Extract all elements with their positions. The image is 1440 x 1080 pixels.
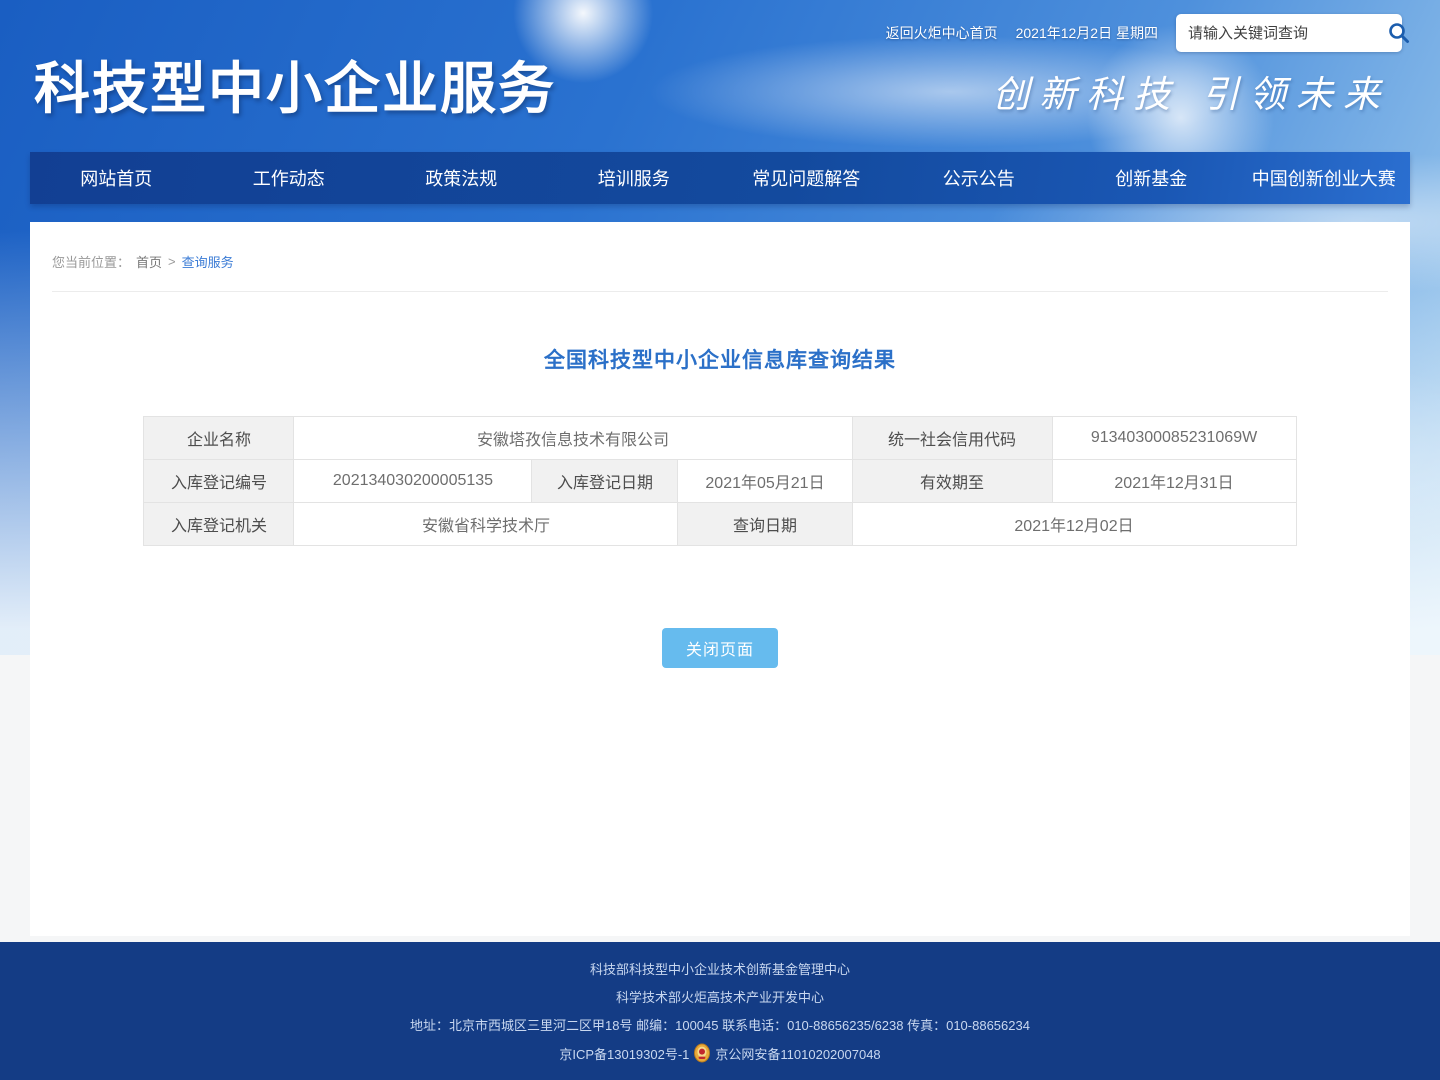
breadcrumb: 您当前位置： 首页 > 查询服务 [52,222,1388,292]
company-name-value: 安徽塔孜信息技术有限公司 [294,417,852,460]
company-name-label: 企业名称 [144,417,294,460]
query-date-label: 查询日期 [678,503,852,546]
table-row-registration: 入库登记编号 202134030200005135 入库登记日期 2021年05… [144,460,1296,503]
reg-number-label: 入库登记编号 [144,460,294,503]
header-toolbar: 返回火炬中心首页 2021年12月2日 星期四 [886,14,1402,52]
search-box [1176,14,1402,52]
nav-item-innovation-fund[interactable]: 创新基金 [1065,152,1238,204]
footer-org-line1: 科技部科技型中小企业技术创新基金管理中心 [590,959,850,978]
search-button[interactable] [1387,18,1411,48]
torch-center-home-link[interactable]: 返回火炬中心首页 [886,23,998,43]
query-result-table: 企业名称 安徽塔孜信息技术有限公司 统一社会信用代码 9134030008523… [143,416,1296,546]
police-badge-icon [693,1043,711,1063]
reg-date-label: 入库登记日期 [532,460,678,503]
breadcrumb-home-link[interactable]: 首页 [136,252,162,271]
nav-item-innovation-competition[interactable]: 中国创新创业大赛 [1238,152,1411,204]
page-title: 全国科技型中小企业信息库查询结果 [52,344,1388,374]
valid-until-value: 2021年12月31日 [1052,460,1296,503]
breadcrumb-separator: > [168,254,176,269]
breadcrumb-prefix: 您当前位置： [52,252,130,271]
breadcrumb-current-link[interactable]: 查询服务 [182,252,234,271]
footer-record-line: 京ICP备13019302号-1 京公网安备11010202007048 [559,1043,880,1063]
nav-item-work-news[interactable]: 工作动态 [203,152,376,204]
table-row-company: 企业名称 安徽塔孜信息技术有限公司 统一社会信用代码 9134030008523… [144,417,1296,460]
footer-address-line: 地址：北京市西城区三里河二区甲18号 邮编：100045 联系电话：010-88… [410,1015,1030,1034]
valid-until-label: 有效期至 [852,460,1052,503]
slogan-text: 创新科技 引领未来 [992,64,1390,118]
search-icon [1387,21,1411,45]
credit-code-value: 91340300085231069W [1052,417,1296,460]
search-input[interactable] [1188,25,1387,42]
table-row-authority: 入库登记机关 安徽省科学技术厅 查询日期 2021年12月02日 [144,503,1296,546]
close-page-button[interactable]: 关闭页面 [662,628,778,668]
nav-item-website-home[interactable]: 网站首页 [30,152,203,204]
reg-number-value: 202134030200005135 [294,460,532,503]
nav-item-policies[interactable]: 政策法规 [375,152,548,204]
site-title: 科技型中小企业服务 [34,44,556,125]
public-security-record-link[interactable]: 京公网安备11010202007048 [715,1044,880,1063]
credit-code-label: 统一社会信用代码 [852,417,1052,460]
footer-org-line2: 科学技术部火炬高技术产业开发中心 [616,987,824,1006]
content-panel: 您当前位置： 首页 > 查询服务 全国科技型中小企业信息库查询结果 企业名称 安… [30,222,1410,936]
reg-authority-label: 入库登记机关 [144,503,294,546]
page-header: 科技型中小企业服务 返回火炬中心首页 2021年12月2日 星期四 创新科技 引… [0,0,1440,152]
button-row: 关闭页面 [52,628,1388,668]
current-date: 2021年12月2日 星期四 [1016,23,1158,43]
nav-item-announcements[interactable]: 公示公告 [893,152,1066,204]
main-navigation: 网站首页 工作动态 政策法规 培训服务 常见问题解答 公示公告 创新基金 中国创… [30,152,1410,204]
reg-authority-value: 安徽省科学技术厅 [294,503,678,546]
nav-item-training[interactable]: 培训服务 [548,152,721,204]
icp-record-link[interactable]: 京ICP备13019302号-1 [559,1044,689,1063]
reg-date-value: 2021年05月21日 [678,460,852,503]
query-date-value: 2021年12月02日 [852,503,1296,546]
nav-item-faq[interactable]: 常见问题解答 [720,152,893,204]
page-footer: 科技部科技型中小企业技术创新基金管理中心 科学技术部火炬高技术产业开发中心 地址… [0,942,1440,1080]
